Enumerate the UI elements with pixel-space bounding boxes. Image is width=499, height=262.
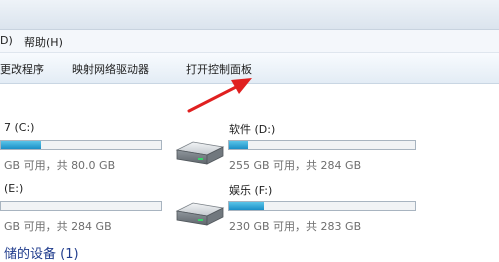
red-arrow-annotation-icon (187, 78, 252, 113)
